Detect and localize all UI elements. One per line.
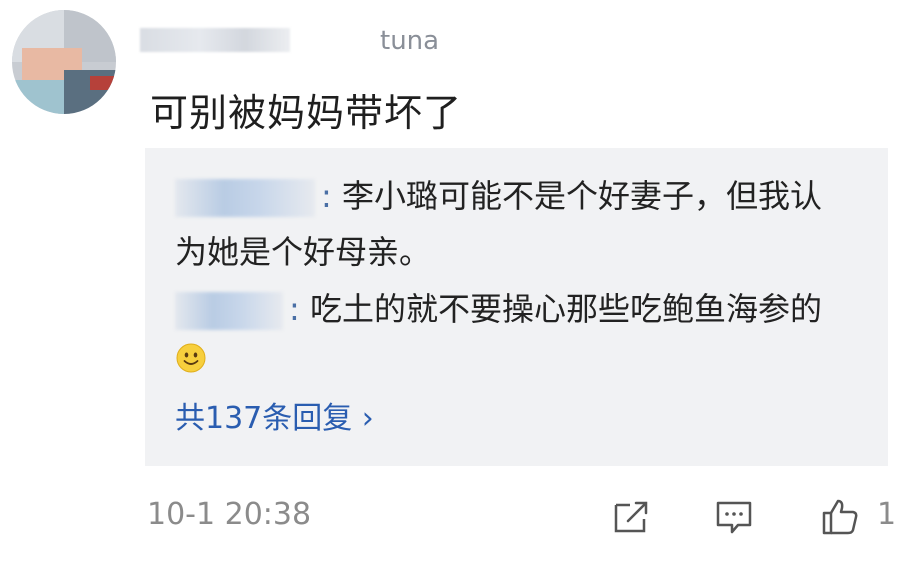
username-blur [140, 28, 290, 52]
reply-text-line1: 李小璐可能不是个好妻子，但我认 [341, 177, 822, 215]
comment-icon[interactable] [712, 495, 756, 539]
username-text: tuna [380, 26, 440, 56]
thumbs-up-icon[interactable] [818, 495, 862, 539]
reply-separator: : [321, 177, 332, 215]
username[interactable]: tuna [140, 22, 560, 62]
comment-text: 可别被妈妈带坏了 [150, 91, 463, 135]
reply-item[interactable]: : 吃土的就不要操心那些吃鲍鱼海参的 [175, 281, 875, 337]
view-more-replies-link[interactable]: 共137条回复 › [175, 393, 374, 437]
like-count: 1 [877, 497, 897, 532]
avatar[interactable] [12, 10, 116, 114]
share-icon[interactable] [610, 495, 654, 539]
replies-box[interactable]: : 李小璐可能不是个好妻子，但我认 为她是个好母亲。 : 吃土的就不要操心那些吃… [145, 148, 888, 466]
reply-username[interactable] [175, 179, 315, 217]
comment-footer: 10-1 20:38 1 [0, 495, 900, 545]
reply-text: 吃土的就不要操心那些吃鲍鱼海参的 [309, 290, 822, 328]
reply-text-line2: 为她是个好母亲。 [175, 233, 432, 271]
timestamp: 10-1 20:38 [147, 497, 312, 532]
reply-separator: : [289, 290, 300, 328]
smile-emoji-icon [176, 343, 206, 373]
reply-item[interactable]: : 李小璐可能不是个好妻子，但我认 为她是个好母亲。 [175, 168, 875, 280]
comment-card: tuna 可别被妈妈带坏了 : 李小璐可能不是个好妻子，但我认 为她是个好母亲。… [0, 0, 900, 577]
reply-username[interactable] [175, 292, 283, 330]
